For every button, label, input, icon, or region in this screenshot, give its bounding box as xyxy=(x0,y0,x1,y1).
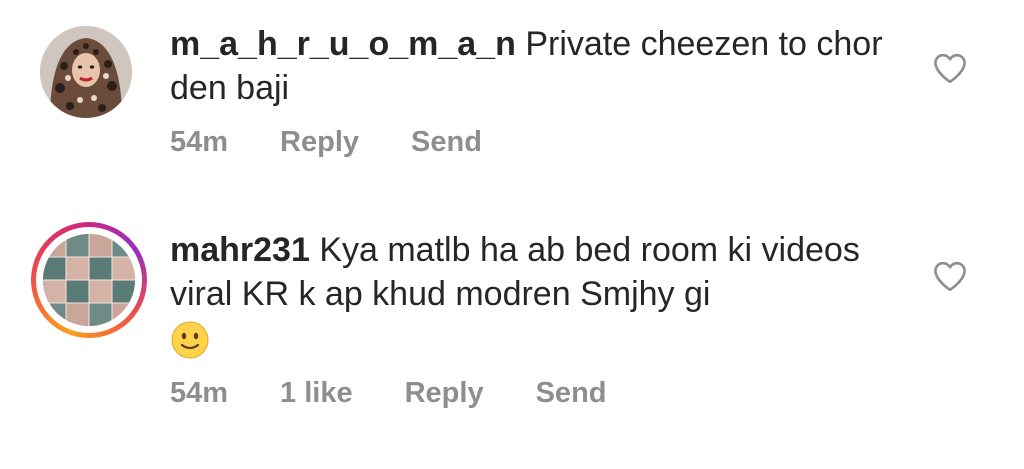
story-ring-gap xyxy=(36,227,142,333)
comment-time: 54m xyxy=(170,125,229,158)
comment-username[interactable]: mahr231 xyxy=(170,231,310,269)
avatar-image xyxy=(43,234,135,326)
avatar[interactable] xyxy=(40,26,132,118)
story-ring[interactable] xyxy=(31,222,147,338)
comment-item: m_a_h_r_u_o_m_a_n Private cheezen to cho… xyxy=(0,0,1024,200)
comment-username[interactable]: m_a_h_r_u_o_m_a_n xyxy=(170,25,516,63)
send-button[interactable]: Send xyxy=(536,377,607,410)
comment-time: 54m xyxy=(170,376,229,409)
comment-meta: 54m Reply Send xyxy=(170,124,534,160)
heart-outline-icon[interactable] xyxy=(932,52,968,84)
avatar xyxy=(43,234,135,326)
send-button[interactable]: Send xyxy=(411,126,482,159)
avatar-image xyxy=(40,26,132,118)
comment-text-block: m_a_h_r_u_o_m_a_n Private cheezen to cho… xyxy=(170,22,890,110)
heart-outline-icon[interactable] xyxy=(932,260,968,292)
slightly-smiling-face-icon xyxy=(171,321,209,359)
reply-button[interactable]: Reply xyxy=(280,126,359,159)
comment-meta: 54m 1 like Reply Send xyxy=(170,375,659,411)
likes-count[interactable]: 1 like xyxy=(280,377,353,410)
comment-item: mahr231 Kya matlb ha ab bed room ki vide… xyxy=(0,200,1024,469)
reply-button[interactable]: Reply xyxy=(405,377,484,410)
comment-text-block: mahr231 Kya matlb ha ab bed room ki vide… xyxy=(170,228,890,360)
